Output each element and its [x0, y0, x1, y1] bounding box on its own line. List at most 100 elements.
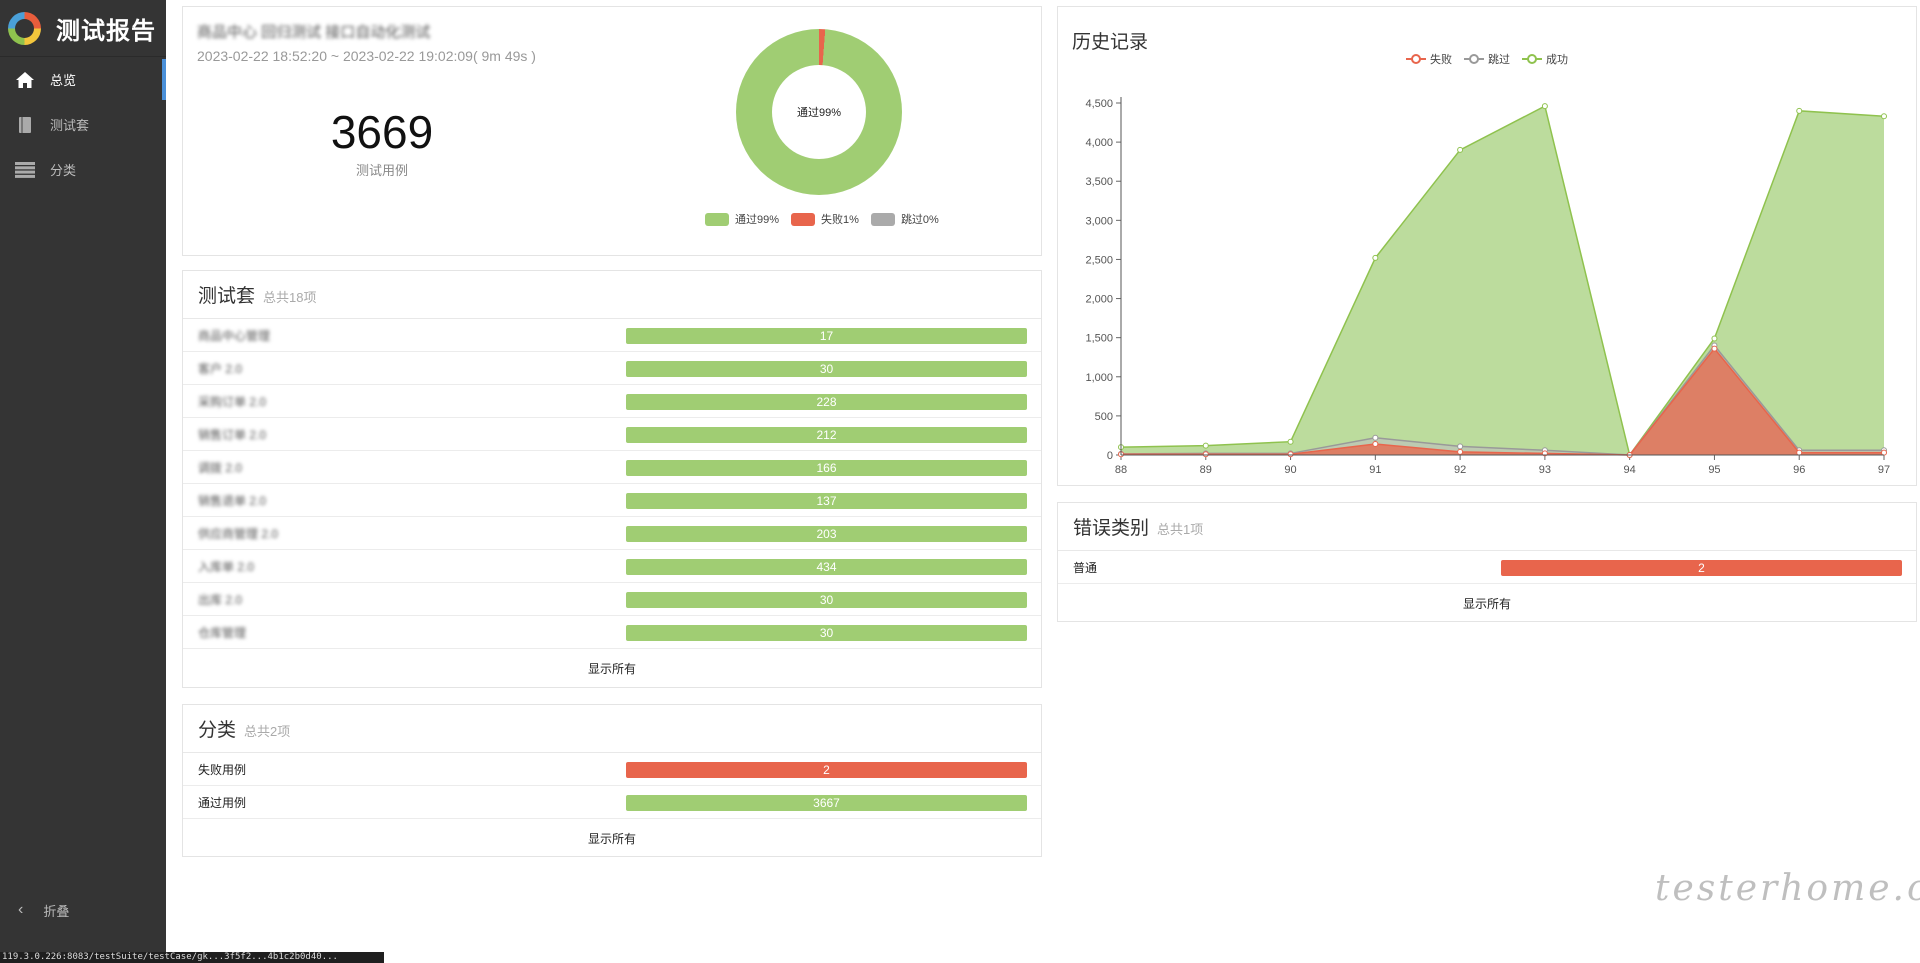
error-category-row[interactable]: 普通 2 [1058, 551, 1916, 584]
home-icon [14, 69, 36, 91]
suite-row-name: 商品中心管理 [198, 328, 271, 343]
categories-panel: 分类 总共2项 失败用例 2 通过用例 3667 显示所有 [182, 704, 1042, 857]
legend-passed[interactable]: 通过99% [705, 211, 779, 227]
x-tick-label: 97 [1878, 464, 1890, 476]
y-tick-label: 1,000 [1085, 372, 1113, 384]
watermark: testerhome.com [1655, 868, 1920, 909]
category-row[interactable]: 通过用例 3667 [183, 786, 1041, 819]
suites-header: 测试套 总共18项 [183, 271, 1041, 319]
suite-row[interactable]: 调拨 2.0 166 [183, 451, 1041, 484]
brand[interactable]: 测试报告 [0, 0, 166, 57]
x-tick-label: 89 [1200, 464, 1212, 476]
sidebar-item-label: 分类 [50, 163, 77, 178]
errors-panel: 错误类别 总共1项 普通 2 显示所有 [1057, 502, 1917, 622]
passed-count-bar: 228 [626, 394, 1027, 410]
suite-row[interactable]: 采购订单 2.0 228 [183, 385, 1041, 418]
x-tick-label: 96 [1793, 464, 1805, 476]
total-testcases: 3669 [330, 106, 434, 158]
legend-label: 失败1% [821, 214, 859, 226]
sidebar-item-suites[interactable]: 测试套 [0, 102, 166, 147]
x-tick-label: 92 [1454, 464, 1466, 476]
legend-label: 跳过0% [900, 214, 939, 226]
report-time-range: 2023-02-22 18:52:20 ~ 2023-02-22 19:02:0… [197, 48, 536, 64]
suite-row[interactable]: 销售订单 2.0 212 [183, 418, 1041, 451]
legend-failed[interactable]: 失败1% [791, 211, 859, 227]
y-tick-label: 4,000 [1085, 137, 1113, 149]
x-tick-label: 93 [1539, 464, 1551, 476]
suites-show-all-link[interactable]: 显示所有 [183, 649, 1041, 687]
sidebar-nav: 总览 测试套 分类 [0, 57, 166, 192]
suite-row-name: 调拨 2.0 [198, 460, 243, 475]
data-point [1881, 113, 1887, 120]
chevron-left-icon: ‹ [18, 901, 24, 918]
data-point [1287, 438, 1294, 445]
data-point [1711, 345, 1718, 352]
error-category-row-name: 普通 [1073, 560, 1098, 575]
data-point [1457, 146, 1464, 153]
sidebar-item-label: 总览 [50, 73, 77, 88]
y-tick-label: 3,500 [1085, 176, 1113, 188]
data-point [1711, 335, 1718, 342]
y-tick-label: 2,000 [1085, 294, 1113, 306]
history-area-chart: 0 500 1,000 1,500 2,000 2,500 3,000 3,500 4,000 4… [1085, 97, 1890, 476]
legend-label: 通过99% [735, 214, 780, 226]
suite-row[interactable]: 供应商管理 2.0 203 [183, 517, 1041, 550]
passed-count-bar: 137 [626, 493, 1027, 509]
errors-show-all-link[interactable]: 显示所有 [1058, 584, 1916, 622]
y-tick-label: 3,000 [1085, 215, 1113, 227]
data-point [1796, 107, 1803, 114]
book-icon [14, 114, 36, 136]
passed-count-bar: 166 [626, 460, 1027, 476]
suite-row[interactable]: 出库 2.0 30 [183, 583, 1041, 616]
categories-show-all-link[interactable]: 显示所有 [183, 819, 1041, 857]
category-row[interactable]: 失败用例 2 [183, 753, 1041, 786]
errors-count: 总共1项 [1157, 521, 1204, 537]
y-tick-label: 4,500 [1085, 98, 1113, 110]
data-point [1541, 103, 1548, 110]
suite-row-name: 销售退单 2.0 [198, 493, 267, 508]
categories-title: 分类 [198, 720, 237, 741]
data-point [1457, 448, 1464, 455]
y-tick-label: 500 [1095, 411, 1113, 423]
suite-row-name: 客户 2.0 [198, 361, 243, 376]
list-icon [14, 159, 36, 181]
suite-row[interactable]: 商品中心管理 17 [183, 319, 1041, 352]
suite-row-name: 销售订单 2.0 [198, 427, 267, 442]
sidebar-item-categories[interactable]: 分类 [0, 147, 166, 192]
total-testcases-label: 测试用例 [355, 163, 408, 178]
categories-count: 总共2项 [244, 723, 291, 739]
donut-center-label: 通过99% [772, 65, 866, 159]
status-url: 119.3.0.226:8083/testSuite/testCase/gk..… [0, 952, 384, 963]
suite-row-name: 入库单 2.0 [198, 559, 255, 574]
failed-count-bar: 2 [1501, 560, 1902, 576]
passed-count-bar: 203 [626, 526, 1027, 542]
suite-row[interactable]: 销售退单 2.0 137 [183, 484, 1041, 517]
app-title: 测试报告 [56, 17, 156, 45]
data-point [1881, 449, 1887, 456]
category-row-name: 失败用例 [198, 762, 247, 777]
sidebar-item-overview[interactable]: 总览 [0, 57, 166, 102]
suites-count: 总共18项 [263, 289, 317, 305]
suite-row[interactable]: 入库单 2.0 434 [183, 550, 1041, 583]
failed-count-bar: 2 [626, 762, 1027, 778]
category-row-name: 通过用例 [198, 795, 247, 810]
x-tick-label: 94 [1624, 464, 1636, 476]
collapse-button[interactable]: ‹ 折叠 [0, 888, 166, 932]
data-point [1372, 434, 1379, 441]
passed-count-bar: 17 [626, 328, 1027, 344]
suite-row[interactable]: 仓库管理 30 [183, 616, 1041, 649]
x-tick-label: 91 [1369, 464, 1381, 476]
legend-swatch [791, 212, 816, 226]
collapse-label: 折叠 [43, 903, 70, 919]
passed-count-bar: 30 [626, 361, 1027, 377]
data-point [1457, 443, 1464, 450]
passed-count-bar: 30 [626, 625, 1027, 641]
passed-count-bar: 212 [626, 427, 1027, 443]
suite-row-name: 出库 2.0 [198, 592, 243, 607]
legend-skipped[interactable]: 跳过0% [870, 211, 939, 227]
y-tick-label: 0 [1107, 450, 1113, 462]
data-point [1372, 441, 1379, 448]
data-point [1287, 451, 1294, 458]
suite-row[interactable]: 客户 2.0 30 [183, 352, 1041, 385]
suite-row-name: 仓库管理 [198, 625, 247, 640]
